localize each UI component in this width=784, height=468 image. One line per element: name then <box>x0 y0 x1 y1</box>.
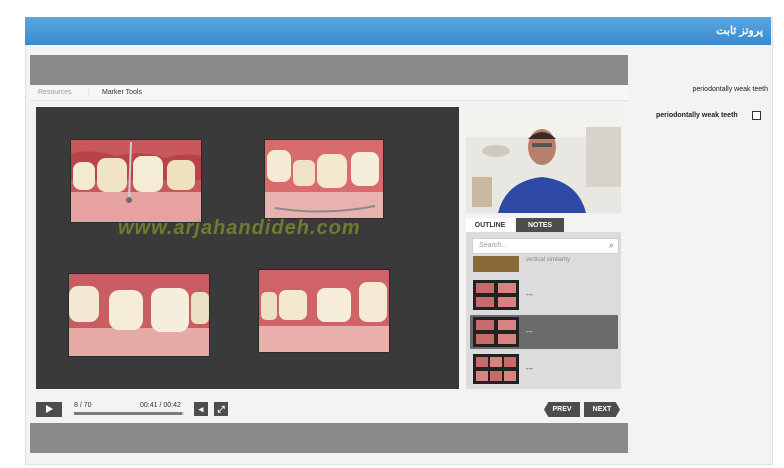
marker-tools-tab[interactable]: Marker Tools <box>102 89 142 96</box>
list-item-selected[interactable]: --- <box>470 315 618 349</box>
search-icon[interactable]: ⌕ <box>609 240 614 251</box>
notes-label: periodontally weak teeth <box>692 86 769 93</box>
list-item[interactable]: --- <box>470 278 618 312</box>
player-toolbar: Resources | Marker Tools <box>30 86 628 101</box>
play-button[interactable] <box>36 402 62 417</box>
dental-photo-2 <box>264 139 384 219</box>
notes-checkbox[interactable] <box>752 111 761 120</box>
list-item[interactable]: vertical similarity <box>470 256 618 274</box>
time-display: 00:41 / 00:42 <box>140 402 181 409</box>
search-input[interactable]: Search... ⌕ <box>472 238 619 254</box>
list-item-label: --- <box>526 292 533 299</box>
fullscreen-button[interactable]: ⤢ <box>214 402 228 416</box>
checkbox-label: periodontally weak teeth <box>656 112 738 119</box>
resources-tab[interactable]: Resources <box>38 89 71 96</box>
top-banner <box>30 55 628 85</box>
list-item-label: --- <box>526 366 533 373</box>
dental-photo-3 <box>68 273 210 357</box>
prev-button[interactable]: PREV <box>544 402 580 417</box>
watermark-text: www.arjahandideh.com <box>118 217 361 239</box>
player-controls: 8 / 70 00:41 / 00:42 ◂ ⤢ PREV NEXT <box>30 397 628 422</box>
window-title: پروتز ثابت <box>716 25 763 37</box>
slide-counter: 8 / 70 <box>74 402 92 409</box>
progress-fill <box>74 412 182 415</box>
tab-notes[interactable]: NOTES <box>516 218 564 232</box>
volume-icon: ◂ <box>198 404 204 414</box>
next-button[interactable]: NEXT <box>584 402 620 417</box>
list-item-label: vertical similarity <box>526 257 571 263</box>
list-item[interactable]: --- <box>470 352 618 386</box>
dental-photo-1 <box>70 139 202 223</box>
dental-photo-4 <box>258 269 390 353</box>
fullscreen-icon: ⤢ <box>217 404 225 414</box>
progress-bar[interactable] <box>74 412 184 415</box>
search-placeholder: Search... <box>479 242 508 249</box>
slide-thumbnail <box>473 354 519 384</box>
slide-thumbnail <box>473 280 519 310</box>
tab-outline[interactable]: OUTLINE <box>466 218 514 232</box>
slide-thumbnail <box>473 256 519 272</box>
slide-thumbnail <box>473 317 519 347</box>
notes-checkbox-row[interactable]: periodontally weak teeth <box>656 110 766 122</box>
play-icon <box>45 405 53 413</box>
volume-button[interactable]: ◂ <box>194 402 208 416</box>
bottom-banner <box>30 423 628 453</box>
list-item-label: --- <box>526 329 533 336</box>
title-bar: پروتز ثابت <box>25 17 771 45</box>
slide-area: www.arjahandideh.com <box>36 107 459 389</box>
toolbar-divider: | <box>88 89 90 96</box>
presenter-video <box>466 107 621 213</box>
